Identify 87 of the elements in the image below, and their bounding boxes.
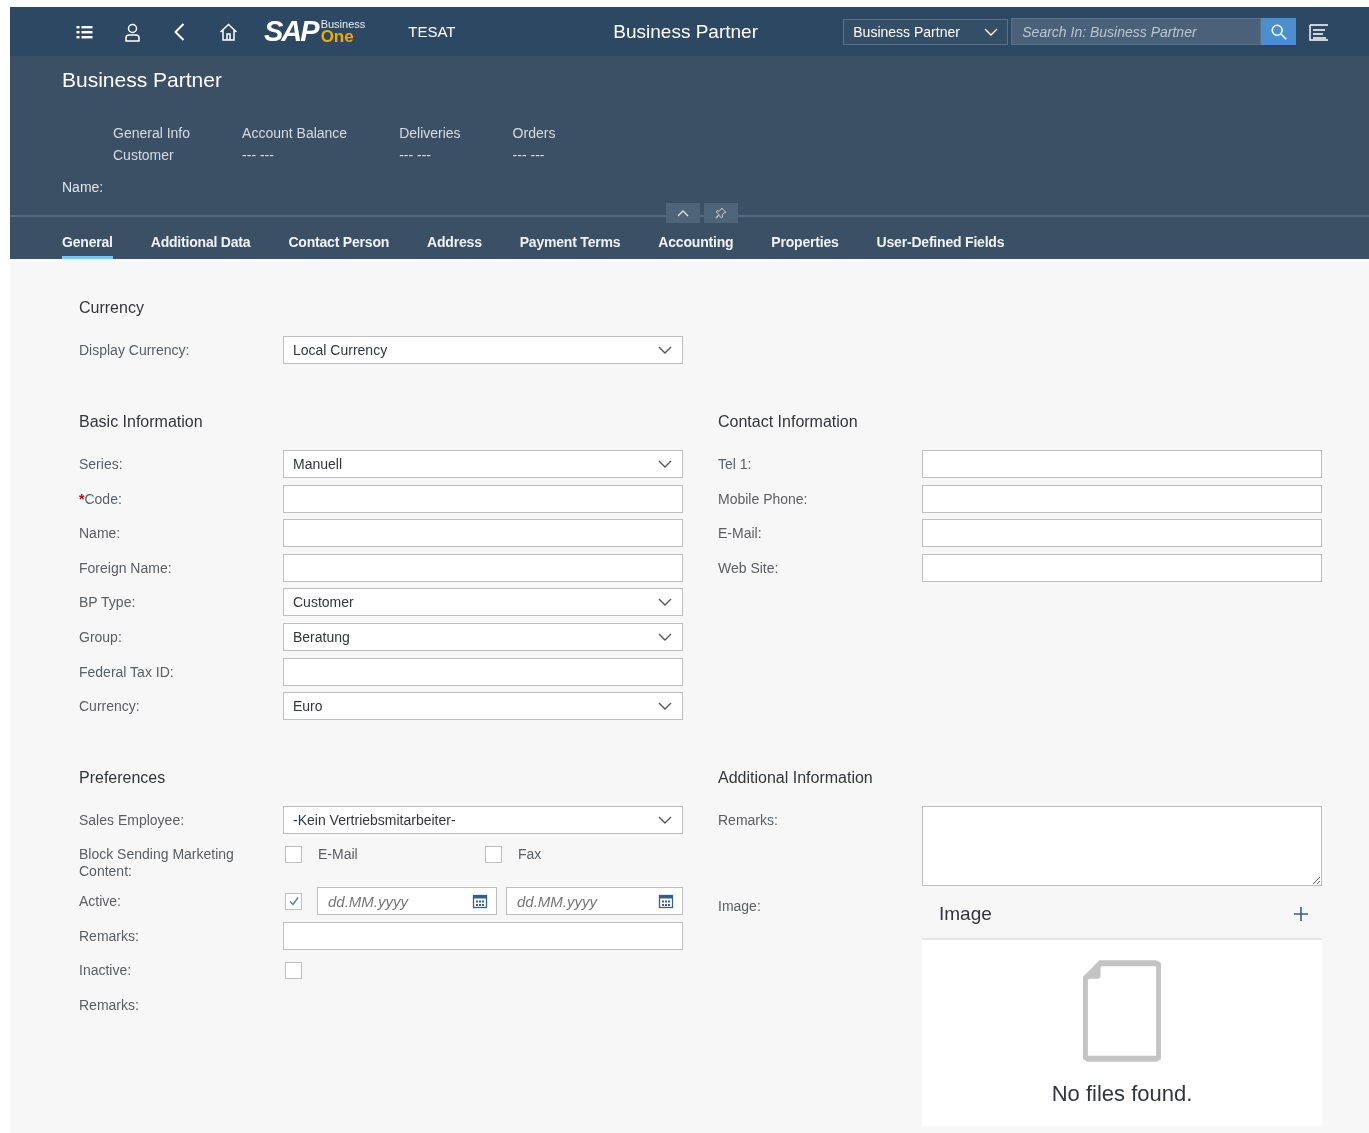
calendar-icon[interactable] (472, 893, 488, 909)
kpi-value: --- --- (242, 147, 275, 164)
name-label: Name: (62, 179, 105, 196)
field-label: Active: (79, 892, 122, 910)
field-label: Mobile Phone: (718, 489, 809, 508)
user-icon[interactable] (122, 21, 143, 42)
kpi-value: --- --- (512, 147, 546, 164)
document-icon (1083, 959, 1161, 1064)
field-label: Inactive: (79, 961, 133, 980)
input-field[interactable] (283, 484, 683, 513)
input-field[interactable] (922, 450, 1322, 479)
pin-button[interactable] (704, 203, 738, 224)
field-label: Sales Employee: (79, 810, 186, 829)
field-label: BP Type: (79, 593, 137, 612)
add-icon[interactable] (1293, 906, 1309, 923)
tab[interactable]: Address (427, 227, 482, 260)
panel-title: Image (939, 903, 992, 926)
date-field[interactable]: dd.MM.yyyy (317, 887, 497, 915)
field-label: Group: (79, 628, 123, 647)
field-label: Tel 1: (718, 455, 753, 474)
section-title: Basic Information (79, 413, 204, 433)
checkbox[interactable] (285, 845, 302, 863)
section-title: Preferences (79, 768, 167, 788)
section-title: Contact Information (718, 413, 859, 433)
date-field[interactable]: dd.MM.yyyy (506, 887, 683, 915)
field-label: Remarks: (79, 995, 140, 1014)
calendar-icon[interactable] (658, 893, 674, 909)
kpi-label: Orders (512, 125, 556, 142)
text-area[interactable] (922, 805, 1322, 886)
dropdown-field[interactable]: Beratung (283, 623, 683, 652)
kpi-label: Account Balance (242, 125, 348, 142)
field-label: Web Site: (718, 558, 780, 577)
input-field[interactable] (283, 553, 683, 582)
dropdown-field[interactable]: Local Currency (283, 336, 683, 365)
search-button[interactable] (1261, 18, 1297, 46)
input-field[interactable] (283, 921, 683, 950)
field-label: Remarks: (79, 926, 140, 945)
checkmark-icon (287, 895, 300, 907)
tab[interactable]: Accounting (658, 227, 734, 260)
field-label: Display Currency: (79, 341, 191, 360)
tab[interactable]: General (62, 227, 113, 260)
checkbox[interactable] (285, 961, 302, 979)
section-title: Additional Information (718, 768, 874, 788)
app-title: Business Partner (613, 20, 759, 43)
tab[interactable]: Contact Person (288, 227, 390, 260)
kpi-value: Customer (113, 147, 175, 164)
checkbox-label: Fax (518, 846, 542, 863)
field-label: Currency: (79, 697, 141, 716)
pin-icon (713, 207, 729, 220)
search-icon (1269, 22, 1288, 41)
system-name: TESAT (408, 23, 457, 41)
tab[interactable]: Properties (771, 227, 839, 260)
kpi-label: Deliveries (399, 125, 461, 142)
empty-message: No files found. (1051, 1081, 1193, 1108)
home-icon[interactable] (218, 21, 239, 42)
input-field[interactable] (283, 657, 683, 686)
checkbox[interactable] (285, 892, 302, 910)
search-field[interactable]: Search In: Business Partner (1011, 18, 1262, 46)
input-field[interactable] (922, 553, 1322, 582)
search-scope-dropdown[interactable]: Business Partner (843, 18, 1009, 45)
input-field[interactable] (283, 519, 683, 548)
input-field[interactable] (922, 484, 1322, 513)
field-label: Federal Tax ID: (79, 662, 175, 681)
kpi-label: General Info (113, 125, 191, 142)
tab[interactable]: Additional Data (150, 227, 251, 260)
page-title: Business Partner (62, 68, 223, 93)
tab[interactable]: User-Defined Fields (876, 227, 1005, 260)
notifications-icon[interactable] (1308, 21, 1331, 42)
dropdown-field[interactable]: Euro (283, 692, 683, 721)
dropdown-field[interactable]: Customer (283, 588, 683, 617)
field-label: E-Mail: (718, 524, 763, 543)
checkbox-label: E-Mail (318, 846, 358, 863)
field-label: Remarks: (718, 810, 779, 829)
kpi-value: --- --- (399, 147, 432, 164)
field-label: Series: (79, 455, 124, 474)
input-field[interactable] (922, 519, 1322, 548)
field-label: Image: (718, 897, 762, 916)
collapse-button[interactable] (666, 203, 700, 224)
field-label: *Code: (79, 489, 123, 508)
field-label: Block Sending Marketing Content: (79, 845, 235, 881)
section-title: Currency (79, 299, 145, 319)
tab[interactable]: Payment Terms (519, 227, 621, 260)
field-label: Foreign Name: (79, 558, 173, 577)
field-label: Name: (79, 524, 122, 543)
checkbox[interactable] (485, 845, 502, 863)
dropdown-field[interactable]: -Kein Vertriebsmitarbeiter- (283, 805, 683, 834)
dropdown-field[interactable]: Manuell (283, 450, 683, 479)
